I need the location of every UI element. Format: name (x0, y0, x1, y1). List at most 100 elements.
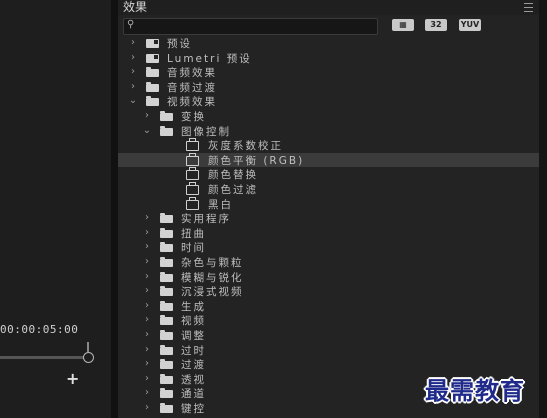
effect-item[interactable]: 颜色平衡 (RGB) (118, 152, 539, 168)
tree-folder-item[interactable]: › 调整 (118, 328, 539, 343)
panel-menu-icon[interactable] (524, 3, 533, 12)
tree-item-label: 黑白 (208, 198, 233, 211)
tree-item-label: 生成 (181, 300, 206, 313)
tree-item-label: 音频效果 (167, 67, 217, 80)
chevron-right-icon[interactable]: › (142, 387, 152, 398)
tree-folder-item[interactable]: › 时间 (118, 240, 539, 255)
chevron-right-icon[interactable]: › (128, 37, 138, 48)
tree-folder-item[interactable]: › 音频过渡 (118, 80, 539, 95)
folder-icon (160, 388, 173, 399)
tree-folder-item[interactable]: › 生成 (118, 299, 539, 314)
chevron-right-icon[interactable]: › (142, 402, 152, 413)
tree-item-label: 颜色过滤 (208, 184, 258, 196)
tree-item-label: 通道 (181, 388, 206, 401)
folder-icon (160, 286, 173, 297)
folder-icon (160, 373, 173, 384)
chevron-right-icon[interactable]: › (142, 227, 152, 238)
folder-icon (146, 39, 159, 48)
tree-item-label: 图像控制 (181, 125, 231, 138)
tree-folder-item[interactable]: › 过时 (118, 343, 539, 358)
tree-item-label: 透视 (181, 373, 206, 386)
zoom-slider-handle[interactable] (83, 352, 94, 363)
folder-icon (160, 344, 173, 355)
chevron-right-icon[interactable]: › (142, 329, 152, 340)
tree-item-label: 模糊与锐化 (181, 271, 244, 284)
tree-folder-item[interactable]: › 预设 (118, 36, 539, 51)
tree-item-label: 过渡 (181, 359, 206, 372)
tree-item-label: 时间 (181, 242, 206, 255)
tree-item-label: 音频过渡 (167, 81, 217, 94)
32bit-effects-filter-button[interactable]: 32 (425, 19, 447, 31)
tree-folder-item[interactable]: › 过渡 (118, 357, 539, 372)
chevron-right-icon[interactable]: › (142, 256, 152, 267)
tree-folder-item[interactable]: › 变换 (118, 109, 539, 124)
chevron-right-icon[interactable]: › (142, 110, 152, 121)
tree-item-label: 变换 (181, 111, 206, 123)
tree-item-label: 过时 (181, 344, 206, 357)
folder-icon (146, 67, 159, 78)
chevron-right-icon[interactable]: › (142, 358, 152, 369)
effects-panel-title[interactable]: 效果 (123, 0, 147, 15)
chevron-right-icon[interactable]: › (142, 344, 152, 355)
tree-folder-item[interactable]: › Lumetri 预设 (118, 51, 539, 66)
tree-item-label: 杂色与颗粒 (181, 257, 244, 269)
folder-icon (160, 257, 173, 267)
chevron-right-icon[interactable]: › (142, 212, 152, 223)
effect-item[interactable]: 灰度系数校正 (118, 138, 539, 153)
effect-icon (186, 152, 199, 166)
tree-item-label: 预设 (167, 38, 192, 50)
playhead-marker (87, 342, 89, 352)
effect-icon (186, 167, 199, 181)
folder-icon (160, 300, 173, 311)
scrollbar[interactable] (539, 0, 547, 418)
tree-item-label: 键控 (181, 403, 206, 415)
folder-icon (160, 315, 173, 326)
tree-folder-item[interactable]: › 音频效果 (118, 65, 539, 80)
tree-item-label: 调整 (181, 330, 206, 342)
chevron-right-icon[interactable]: › (142, 285, 152, 296)
effect-item[interactable]: 颜色替换 (118, 167, 539, 182)
timecode-display[interactable]: 00:00:05:00 (0, 323, 78, 336)
watermark-logo: 最需教育 (425, 376, 525, 405)
chevron-right-icon[interactable]: › (142, 314, 152, 325)
zoom-slider-track[interactable] (0, 356, 90, 359)
effect-item[interactable]: 黑白 (118, 196, 539, 212)
effects-search-input[interactable]: ⚲ (123, 18, 378, 35)
tree-item-label: 视频 (181, 315, 206, 328)
folder-icon (160, 111, 173, 121)
tree-folder-item[interactable]: ⌄ 视频效果 (118, 94, 539, 109)
chevron-right-icon[interactable]: › (128, 52, 138, 63)
tree-folder-item[interactable]: › 视频 (118, 313, 539, 328)
chevron-right-icon[interactable]: › (142, 241, 152, 252)
tree-folder-item[interactable]: › 模糊与锐化 (118, 270, 539, 285)
tree-folder-item[interactable]: › 沉浸式视频 (118, 284, 539, 299)
chevron-right-icon[interactable]: › (128, 81, 138, 92)
effects-panel: 效果 ⚲ ▦ 32 YUV › 预设 › Lumetri 预设 › 音频效果 › 音频过渡 ⌄ 视… (118, 0, 539, 418)
tree-folder-item[interactable]: › 扭曲 (118, 226, 539, 241)
tree-folder-item[interactable]: › 杂色与颗粒 (118, 255, 539, 270)
folder-icon (146, 96, 159, 107)
folder-icon (146, 81, 159, 92)
tree-item-label: 灰度系数校正 (208, 140, 283, 153)
folder-icon (160, 359, 173, 370)
chevron-right-icon[interactable]: › (128, 66, 138, 77)
add-icon[interactable]: + (66, 369, 79, 388)
tree-folder-item[interactable]: › 实用程序 (118, 211, 539, 226)
yuv-effects-filter-button[interactable]: YUV (459, 19, 481, 31)
chevron-down-icon[interactable]: ⌄ (142, 125, 152, 136)
tree-item-label: 实用程序 (181, 213, 231, 226)
chevron-right-icon[interactable]: › (142, 300, 152, 311)
effects-panel-header: 效果 (118, 0, 539, 15)
effect-item[interactable]: 颜色过滤 (118, 182, 539, 197)
tree-folder-item[interactable]: ⌄ 图像控制 (118, 124, 539, 139)
accelerated-effects-filter-button[interactable]: ▦ (392, 19, 414, 31)
panel-divider[interactable] (111, 0, 118, 418)
folder-icon (146, 53, 159, 63)
effect-icon (186, 182, 199, 195)
chevron-right-icon[interactable]: › (142, 373, 152, 384)
chevron-down-icon[interactable]: ⌄ (128, 95, 138, 106)
chevron-right-icon[interactable]: › (142, 271, 152, 282)
folder-icon (160, 125, 173, 136)
effect-icon (186, 196, 199, 210)
search-icon: ⚲ (127, 19, 135, 30)
